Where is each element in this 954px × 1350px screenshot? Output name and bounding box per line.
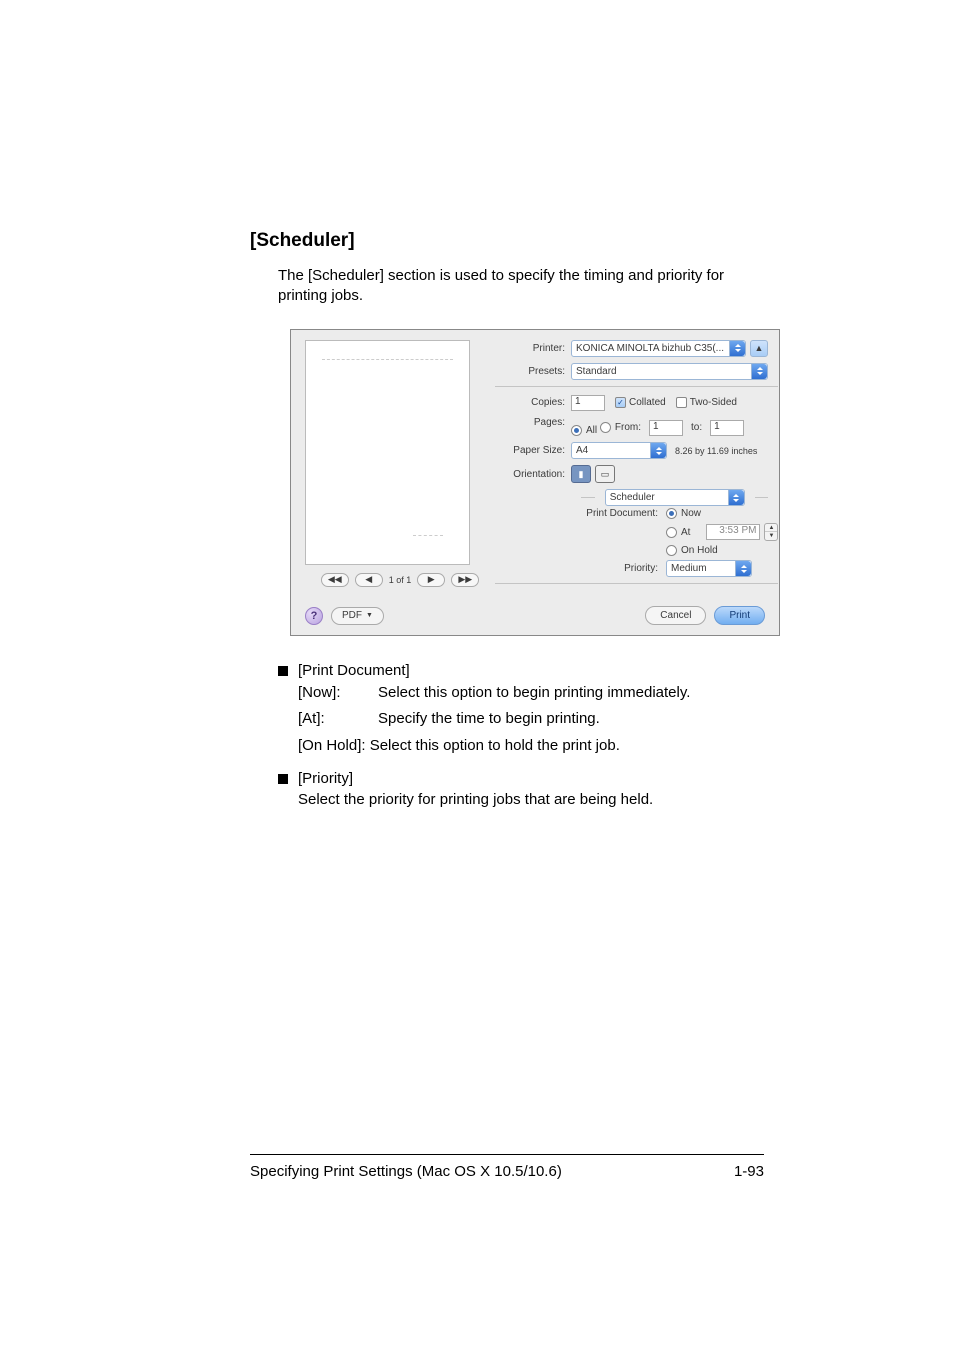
presets-label: Presets:	[495, 366, 571, 377]
bullet-icon	[278, 666, 288, 676]
presets-value: Standard	[576, 366, 635, 377]
paper-size-label: Paper Size:	[495, 445, 571, 456]
select-arrows-icon	[751, 364, 767, 379]
section-heading: [Scheduler]	[250, 230, 764, 252]
radio-off-icon	[666, 545, 677, 556]
pager-last-button[interactable]: ▶▶	[451, 573, 479, 587]
pages-all-label: All	[586, 425, 597, 436]
bullet-icon	[278, 774, 288, 784]
divider	[495, 583, 778, 584]
pages-to-label: to:	[691, 422, 702, 433]
printer-status-button[interactable]: ▲	[750, 340, 768, 357]
help-button[interactable]: ?	[305, 607, 323, 625]
print-button[interactable]: Print	[714, 606, 765, 625]
at-time-stepper[interactable]: ▲ ▼	[764, 523, 778, 541]
stepper-down-icon: ▼	[765, 532, 777, 540]
desc-at-val: Specify the time to begin printing.	[378, 709, 764, 729]
print-document-at-radio[interactable]: At	[666, 527, 690, 538]
pager-next-button[interactable]: ▶	[417, 573, 445, 587]
print-document-onhold-radio[interactable]: On Hold	[666, 545, 718, 556]
select-arrows-icon	[728, 490, 744, 505]
pager-first-button[interactable]: ◀◀	[321, 573, 349, 587]
pages-from-input[interactable]: 1	[649, 420, 683, 436]
pages-from-radio[interactable]: From: 1 to: 1	[600, 420, 744, 436]
print-dialog: ◀◀ ◀ 1 of 1 ▶ ▶▶ Printer: KONICA MINOLTA…	[290, 329, 780, 637]
two-sided-label: Two-Sided	[690, 397, 737, 408]
orientation-landscape-button[interactable]: ▭	[595, 465, 615, 483]
desc-onhold-line: [On Hold]: Select this option to hold th…	[298, 736, 620, 756]
orientation-label: Orientation:	[495, 469, 571, 480]
copies-label: Copies:	[495, 397, 571, 408]
at-time-input[interactable]: 3:53 PM	[706, 524, 760, 540]
cancel-button[interactable]: Cancel	[645, 606, 706, 625]
checkbox-checked-icon: ✓	[615, 397, 626, 408]
print-document-label: Print Document:	[571, 508, 666, 519]
printer-label: Printer:	[495, 343, 571, 354]
desc-now-key: [Now]:	[298, 683, 378, 703]
select-arrows-icon	[735, 561, 751, 576]
two-sided-checkbox[interactable]: Two-Sided	[676, 397, 737, 408]
opt-at-label: At	[681, 527, 690, 538]
copies-input[interactable]: 1	[571, 395, 605, 411]
select-arrows-icon	[650, 443, 666, 458]
checkbox-unchecked-icon	[676, 397, 687, 408]
select-arrows-icon	[729, 341, 745, 356]
section-select[interactable]: Scheduler	[605, 489, 745, 506]
printer-select[interactable]: KONICA MINOLTA bizhub C35(...	[571, 340, 746, 357]
footer-left: Specifying Print Settings (Mac OS X 10.5…	[250, 1163, 562, 1180]
portrait-icon: ▮	[579, 469, 584, 480]
orientation-portrait-button[interactable]: ▮	[571, 465, 591, 483]
priority-select[interactable]: Medium	[666, 560, 752, 577]
divider	[495, 386, 778, 387]
section-value: Scheduler	[610, 492, 673, 503]
paper-size-value: A4	[576, 445, 606, 456]
pages-all-radio[interactable]: All	[571, 425, 597, 436]
radio-off-icon	[666, 527, 677, 538]
radio-on-icon	[571, 425, 582, 436]
radio-off-icon	[600, 422, 611, 433]
priority-label: Priority:	[571, 563, 666, 574]
presets-select[interactable]: Standard	[571, 363, 768, 380]
desc-b1-title: [Print Document]	[298, 662, 410, 679]
priority-value: Medium	[671, 563, 725, 574]
collated-checkbox[interactable]: ✓ Collated	[615, 397, 666, 408]
opt-now-label: Now	[681, 508, 701, 519]
collated-label: Collated	[629, 397, 666, 408]
pdf-menu-button[interactable]: PDF	[331, 607, 384, 625]
pages-label: Pages:	[495, 417, 571, 428]
pager-value: 1 of 1	[389, 575, 412, 585]
radio-on-icon	[666, 508, 677, 519]
opt-onhold-label: On Hold	[681, 545, 718, 556]
paper-size-select[interactable]: A4	[571, 442, 667, 459]
printer-value: KONICA MINOLTA bizhub C35(...	[576, 343, 741, 354]
landscape-icon: ▭	[601, 469, 610, 480]
desc-at-key: [At]:	[298, 709, 378, 729]
pages-to-input[interactable]: 1	[710, 420, 744, 436]
section-intro: The [Scheduler] section is used to speci…	[278, 266, 764, 307]
stepper-up-icon: ▲	[765, 524, 777, 532]
desc-b2-text: Select the priority for printing jobs th…	[298, 791, 653, 808]
print-document-now-radio[interactable]: Now	[666, 508, 701, 519]
page-preview	[305, 340, 470, 565]
pages-from-label: From:	[615, 422, 641, 433]
pager-prev-button[interactable]: ◀	[355, 573, 383, 587]
desc-now-val: Select this option to begin printing imm…	[378, 683, 764, 703]
desc-b2-title: [Priority]	[298, 770, 353, 787]
paper-size-meta: 8.26 by 11.69 inches	[675, 446, 757, 456]
footer-right: 1-93	[734, 1163, 764, 1180]
pdf-label: PDF	[342, 610, 362, 621]
